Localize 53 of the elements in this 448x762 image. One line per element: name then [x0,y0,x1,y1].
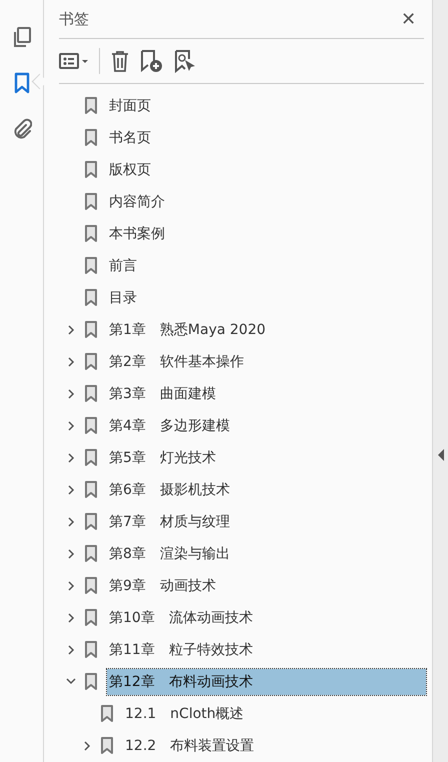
bookmark-item[interactable]: 第11章 粒子特效技术 [107,637,255,663]
bookmark-item[interactable]: 第4章 多边形建模 [107,413,232,439]
close-button[interactable]: ✕ [393,8,424,30]
bookmark-item[interactable]: 书名页 [107,125,153,151]
bookmark-item[interactable]: 第12章 布料动画技术 [107,669,426,695]
bookmark-item[interactable]: 第7章 材质与纹理 [107,509,232,535]
bookmark-icon [84,289,98,307]
bookmark-item[interactable]: 第6章 摄影机技术 [107,477,232,503]
bookmark-icon [84,97,98,115]
bookmark-icon [84,225,98,243]
options-menu-button[interactable] [59,52,89,70]
bookmark-item[interactable]: 封面页 [107,93,153,119]
bookmark-item[interactable]: 12.1 nCloth概述 [123,701,246,727]
bookmark-item[interactable]: 版权页 [107,157,153,183]
bookmark-item[interactable]: 12.2 布料装置设置 [123,733,256,759]
bookmark-item[interactable]: 第2章 软件基本操作 [107,349,246,375]
bookmark-item[interactable]: 本书案例 [107,221,167,247]
pages-icon [12,26,32,48]
bookmark-icon [84,129,98,147]
bookmark-icon [84,193,98,211]
panel-title: 书签 [59,10,89,28]
bookmark-item[interactable]: 第8章 渲染与输出 [107,541,232,567]
bookmark-icon [84,321,98,339]
bookmark-icon [84,385,98,403]
bookmark-icon [84,417,98,435]
bookmark-item[interactable]: 内容简介 [107,189,167,215]
paperclip-icon [12,118,32,140]
collapse-arrow-icon [438,449,444,461]
bookmark-icon [84,577,98,595]
bookmark-icon [84,609,98,627]
bookmark-item[interactable]: 第3章 曲面建模 [107,381,218,407]
bookmark-item[interactable]: 第5章 灯光技术 [107,445,218,471]
bookmark-item[interactable]: 第1章 熟悉Maya 2020 [107,317,268,343]
bookmark-item[interactable]: 第9章 动画技术 [107,573,218,599]
bookmark-icon [84,641,98,659]
bookmark-icon [84,545,98,563]
bookmark-icon [84,481,98,499]
bookmark-icon [14,72,30,94]
bookmark-icon [84,257,98,275]
bookmark-icon [84,513,98,531]
bookmark-icon [100,737,114,755]
bookmark-icon [100,705,114,723]
bookmark-icon [84,449,98,467]
bookmark-item[interactable]: 前言 [107,253,139,279]
bookmark-item[interactable]: 第10章 流体动画技术 [107,605,255,631]
bookmark-icon [84,161,98,179]
find-bookmark-button[interactable] [174,49,196,73]
new-bookmark-button[interactable] [140,49,164,73]
bookmark-item[interactable]: 目录 [107,285,139,311]
collapse-handle[interactable] [432,0,448,762]
delete-button[interactable] [110,50,130,72]
bookmark-icon [84,673,98,691]
bookmark-icon [84,353,98,371]
